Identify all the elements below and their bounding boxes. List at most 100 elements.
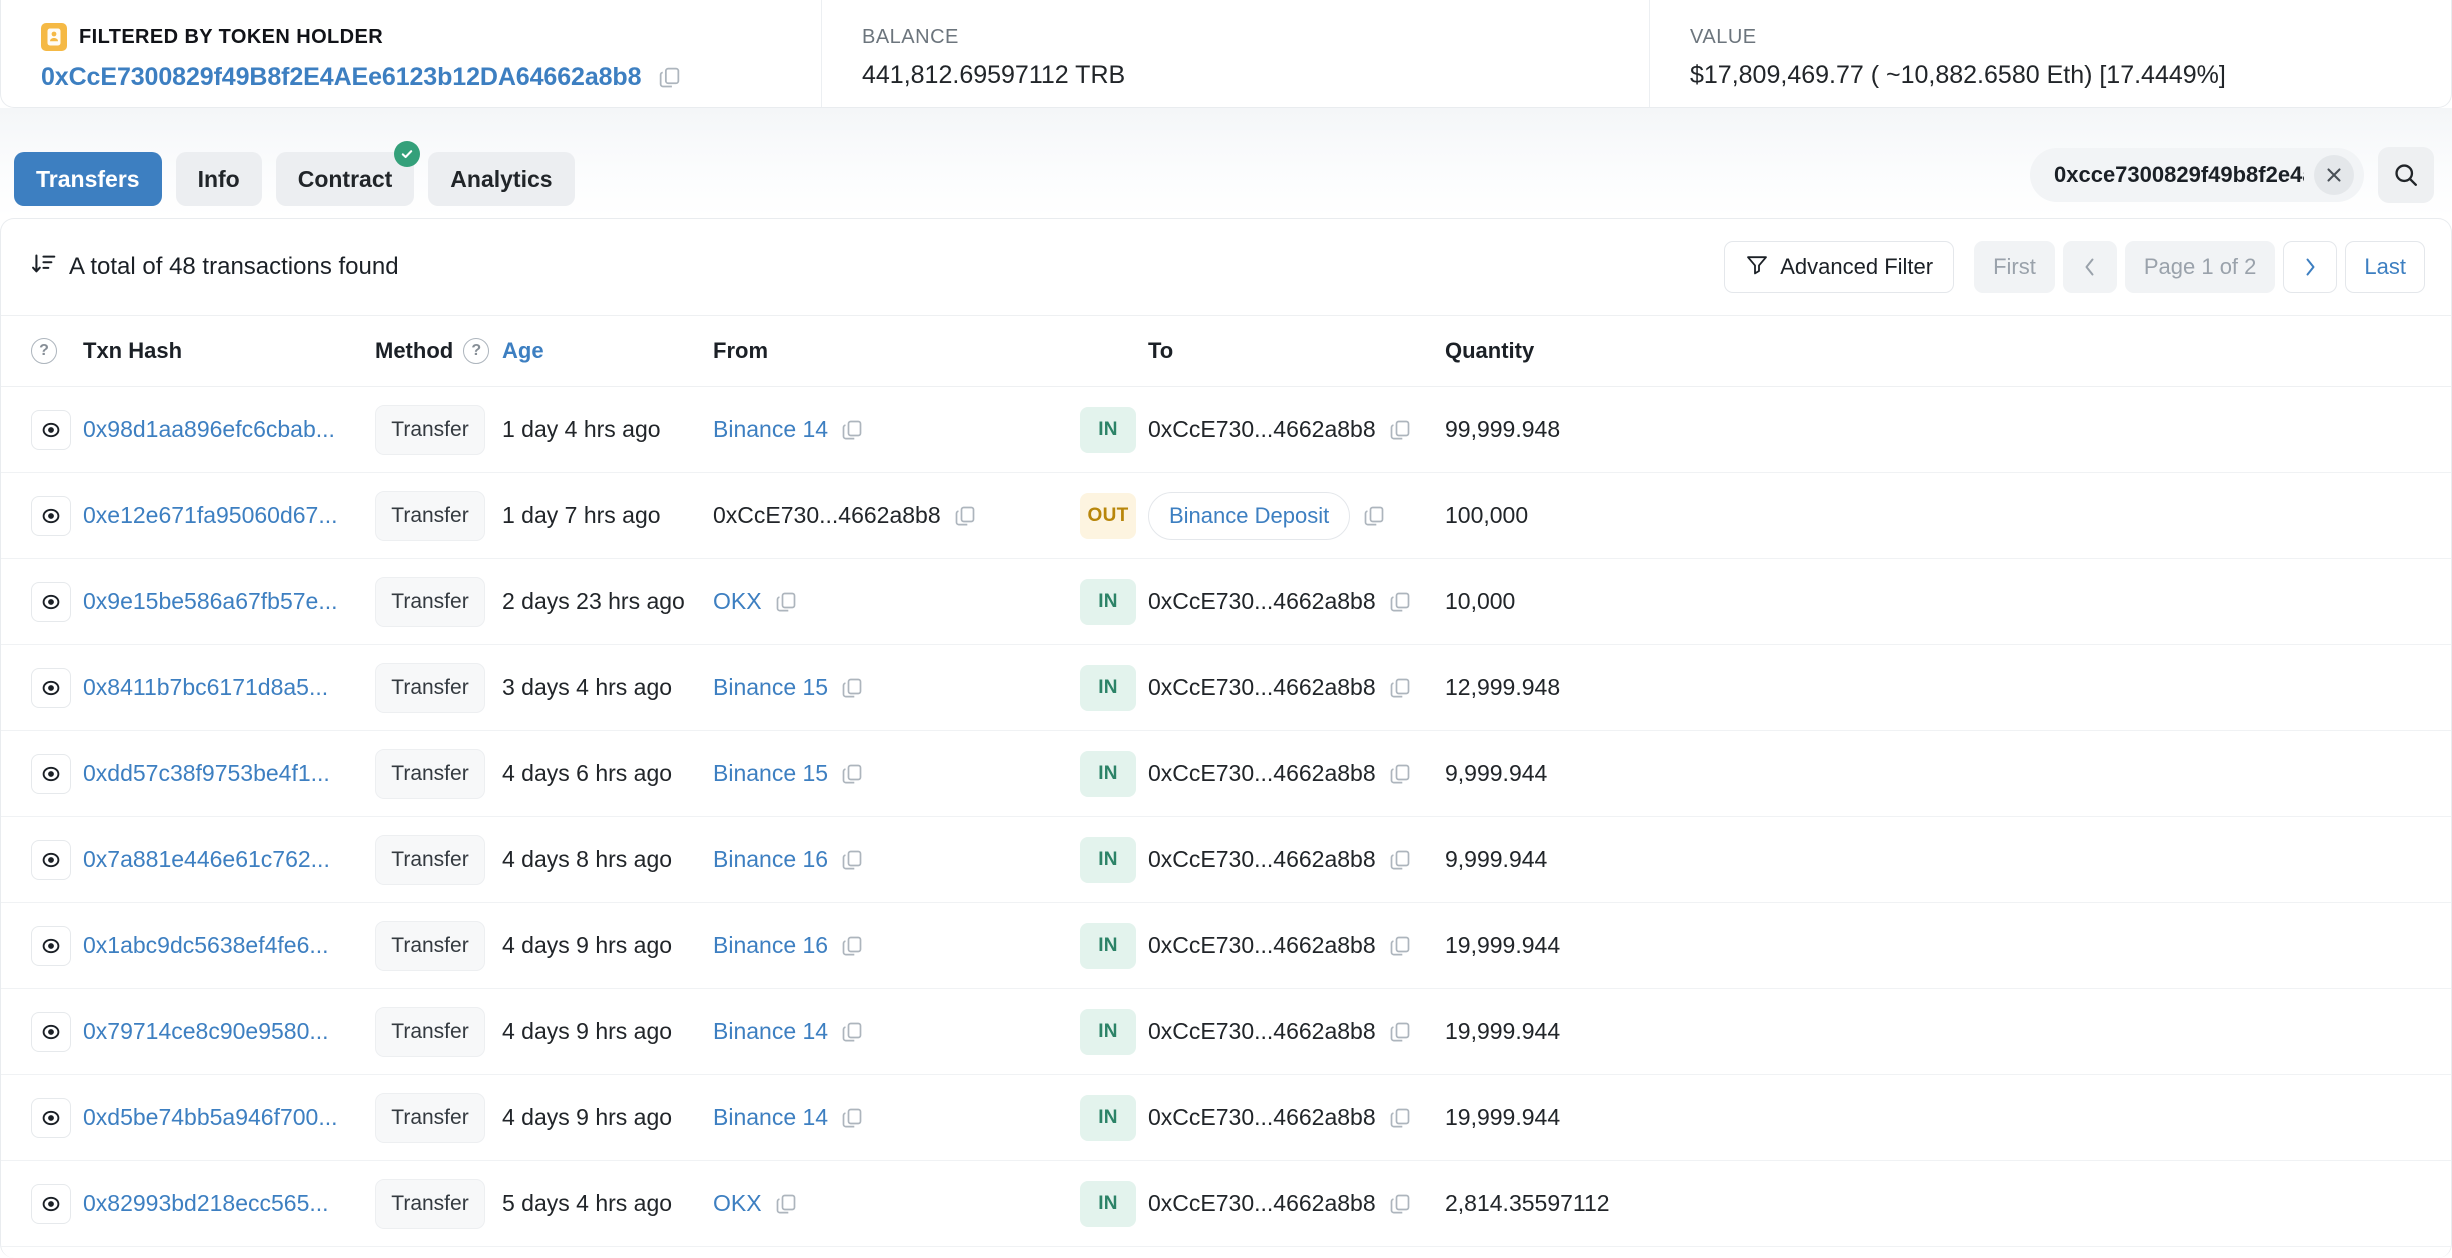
advanced-filter-button[interactable]: Advanced Filter [1724, 241, 1955, 293]
method-cell: Transfer [375, 920, 502, 971]
txn-hash-cell: 0x8411b7bc6171d8a5... [83, 674, 375, 701]
txn-hash-link[interactable]: 0xdd57c38f9753be4f1... [83, 760, 330, 786]
holder-address-link[interactable]: 0xCcE7300829f49B8f2E4AEe6123b12DA64662a8… [41, 63, 642, 92]
pagination-next[interactable] [2283, 241, 2338, 293]
tab-contract[interactable]: Contract [275, 141, 421, 206]
eye-icon[interactable] [31, 925, 71, 966]
copy-icon[interactable] [840, 1020, 864, 1044]
eye-icon[interactable] [31, 409, 71, 450]
table-row: 0x82993bd218ecc565... Transfer 5 days 4 hr… [1, 1161, 2451, 1247]
txn-hash-link[interactable]: 0x8411b7bc6171d8a5... [83, 674, 328, 700]
to-address: 0xCcE730...4662a8b8 [1148, 588, 1376, 614]
copy-icon[interactable] [840, 762, 864, 786]
eye-icon[interactable] [31, 495, 71, 536]
eye-icon[interactable] [31, 753, 71, 794]
method-chip[interactable]: Transfer [375, 1092, 485, 1143]
copy-icon[interactable] [1388, 848, 1412, 872]
from-address-link[interactable]: OKX [713, 1190, 762, 1217]
method-chip[interactable]: Transfer [375, 920, 485, 971]
search-pill[interactable] [2030, 148, 2364, 202]
eye-icon[interactable] [31, 839, 71, 880]
from-address-link[interactable]: Binance 15 [713, 760, 828, 787]
from-address-link[interactable]: Binance 14 [713, 1018, 828, 1045]
tab-transfers[interactable]: Transfers [14, 152, 162, 206]
direction-badge: IN [1080, 750, 1136, 797]
txn-hash-link[interactable]: 0xe12e671fa95060d67... [83, 502, 338, 528]
copy-icon[interactable] [1388, 418, 1412, 442]
search-input[interactable] [2054, 162, 2304, 188]
txn-hash-link[interactable]: 0x98d1aa896efc6cbab... [83, 416, 335, 442]
eye-icon[interactable] [31, 1011, 71, 1052]
to-cell: 0xCcE730...4662a8b8 [1148, 416, 1445, 443]
copy-icon[interactable] [1388, 1106, 1412, 1130]
to-address-tag[interactable]: Binance Deposit [1148, 491, 1351, 540]
pagination-last[interactable]: Last [2345, 241, 2425, 293]
tab-info-label: Info [197, 165, 240, 192]
copy-icon[interactable] [1388, 1192, 1412, 1216]
copy-icon[interactable] [840, 676, 864, 700]
copy-icon[interactable] [774, 590, 798, 614]
method-cell: Transfer [375, 1178, 502, 1229]
txn-hash-link[interactable]: 0xd5be74bb5a946f700... [83, 1104, 338, 1130]
search-icon[interactable] [2378, 147, 2434, 203]
txn-hash-link[interactable]: 0x1abc9dc5638ef4fe6... [83, 932, 329, 958]
toolbar-right-group: Advanced Filter First Page 1 of 2 Last [1724, 241, 2425, 293]
copy-icon[interactable] [1362, 504, 1386, 528]
method-chip[interactable]: Transfer [375, 1178, 485, 1229]
method-chip[interactable]: Transfer [375, 490, 485, 541]
txn-hash-link[interactable]: 0x9e15be586a67fb57e... [83, 588, 338, 614]
copy-icon[interactable] [774, 1192, 798, 1216]
close-icon[interactable] [2314, 155, 2354, 195]
copy-icon[interactable] [953, 504, 977, 528]
direction-cell: IN [1080, 1008, 1148, 1055]
tab-analytics[interactable]: Analytics [428, 152, 575, 206]
method-chip[interactable]: Transfer [375, 662, 485, 713]
eye-icon[interactable] [31, 1097, 71, 1138]
table-body: 0x98d1aa896efc6cbab... Transfer 1 day 4 hr… [1, 387, 2451, 1247]
method-chip[interactable]: Transfer [375, 1006, 485, 1057]
eye-icon[interactable] [31, 1183, 71, 1224]
copy-icon[interactable] [1388, 762, 1412, 786]
to-address: 0xCcE730...4662a8b8 [1148, 674, 1376, 700]
column-age[interactable]: Age [502, 338, 713, 364]
from-address-link[interactable]: Binance 14 [713, 416, 828, 443]
quantity-cell: 2,814.35597112 [1445, 1190, 1610, 1216]
method-chip[interactable]: Transfer [375, 404, 485, 455]
direction-badge: OUT [1080, 492, 1136, 539]
question-circle-icon[interactable]: ? [463, 338, 490, 364]
column-info-icon[interactable]: ? [31, 338, 83, 364]
pagination-prev[interactable] [2062, 241, 2117, 293]
copy-icon[interactable] [1388, 590, 1412, 614]
eye-icon[interactable] [31, 667, 71, 708]
copy-icon[interactable] [1388, 1020, 1412, 1044]
direction-cell: IN [1080, 836, 1148, 883]
method-chip[interactable]: Transfer [375, 834, 485, 885]
advanced-filter-label: Advanced Filter [1780, 254, 1934, 279]
from-cell: Binance 16 [713, 932, 1080, 959]
age-cell: 2 days 23 hrs ago [502, 588, 685, 614]
from-address-link[interactable]: Binance 15 [713, 674, 828, 701]
eye-icon[interactable] [31, 581, 71, 622]
pagination-first[interactable]: First [1974, 241, 2055, 293]
from-address-link[interactable]: OKX [713, 588, 762, 615]
txn-hash-link[interactable]: 0x82993bd218ecc565... [83, 1190, 329, 1216]
copy-icon[interactable] [840, 934, 864, 958]
from-address-link[interactable]: Binance 16 [713, 846, 828, 873]
copy-icon[interactable] [840, 1106, 864, 1130]
table-row: 0x8411b7bc6171d8a5... Transfer 3 days 4 hr… [1, 645, 2451, 731]
from-address-link[interactable]: Binance 16 [713, 932, 828, 959]
to-cell: 0xCcE730...4662a8b8 [1148, 1190, 1445, 1217]
txn-hash-link[interactable]: 0x7a881e446e61c762... [83, 846, 330, 872]
txn-hash-link[interactable]: 0x79714ce8c90e9580... [83, 1018, 329, 1044]
copy-icon[interactable] [1388, 934, 1412, 958]
copy-icon[interactable] [657, 65, 682, 90]
copy-icon[interactable] [1388, 676, 1412, 700]
from-address-link[interactable]: Binance 14 [713, 1104, 828, 1131]
method-chip[interactable]: Transfer [375, 748, 485, 799]
quantity-cell: 99,999.948 [1445, 416, 1561, 442]
copy-icon[interactable] [840, 848, 864, 872]
method-chip[interactable]: Transfer [375, 576, 485, 627]
token-holder-summary-card: FILTERED BY TOKEN HOLDER 0xCcE7300829f49… [0, 0, 2452, 108]
tab-info[interactable]: Info [175, 152, 262, 206]
copy-icon[interactable] [840, 418, 864, 442]
